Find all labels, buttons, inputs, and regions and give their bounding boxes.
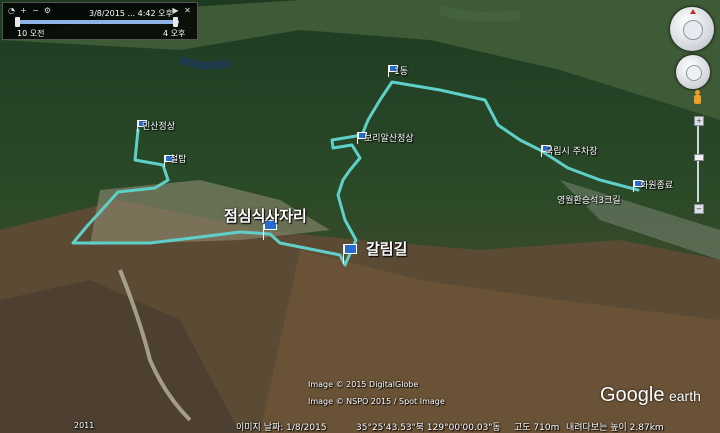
time-slider-start-label: 10 오전	[17, 29, 45, 38]
clock-icon[interactable]: ◔	[7, 6, 16, 15]
status-elevation: 고도 710m	[514, 423, 560, 433]
logo-earth-text: earth	[668, 388, 701, 404]
time-slider-end-handle[interactable]	[173, 17, 178, 27]
status-eye-altitude: 내려다보는 높이 2.87km	[566, 423, 664, 433]
status-imagery-date: 이미지 날짜: 1/8/2015	[236, 423, 327, 433]
time-slider-date: 3/8/2015 ... 4:42 오후	[89, 9, 173, 18]
satellite-terrain[interactable]	[0, 0, 720, 433]
placemark-label[interactable]: 철탑	[170, 152, 187, 165]
time-slider[interactable]: ◔ + − ⚙ 3/8/2015 ... 4:42 오후 ▶ ✕ 10 오전 4…	[2, 2, 198, 40]
placemark-label[interactable]: 인산정상	[142, 119, 175, 132]
placemark-label[interactable]: 점심식사자리	[224, 205, 307, 226]
north-indicator-icon	[690, 9, 696, 14]
zoom-handle[interactable]	[694, 154, 704, 161]
credit-nspo: Image © NSPO 2015 / Spot Image	[308, 397, 445, 406]
zoom-out-icon[interactable]: −	[694, 204, 704, 214]
status-bar: 이미지 날짜: 1/8/2015 35°25'43.53"북 129°00'00…	[0, 419, 720, 433]
hand-icon[interactable]	[686, 65, 702, 81]
logo-google-text: Google	[600, 384, 665, 406]
eye-icon[interactable]	[683, 20, 703, 40]
zoom-slider[interactable]: + −	[694, 116, 704, 214]
credit-digitalglobe: Image © 2015 DigitalGlobe	[308, 380, 419, 389]
placemark-label[interactable]: 영월환승석3크길	[557, 193, 621, 206]
time-slider-start-handle[interactable]	[15, 17, 20, 27]
zoom-in-time-icon[interactable]: +	[19, 6, 28, 15]
street-view-icon[interactable]	[692, 90, 702, 104]
google-earth-logo: Google earth	[600, 384, 701, 407]
placemark-label[interactable]: 국립시 주차장	[545, 144, 598, 157]
placemark-label[interactable]: 갈림길	[366, 238, 407, 259]
zoom-in-icon[interactable]: +	[694, 116, 704, 126]
placemark-flag[interactable]	[342, 244, 360, 264]
move-control[interactable]	[676, 55, 710, 89]
time-slider-track[interactable]	[19, 20, 179, 24]
time-slider-end-label: 4 오후	[163, 29, 186, 38]
settings-icon[interactable]: ⚙	[43, 6, 52, 15]
placemark-label[interactable]: 보리알산정상	[364, 131, 414, 144]
look-control[interactable]	[670, 7, 714, 51]
zoom-track[interactable]	[697, 126, 699, 202]
placemark-label[interactable]: 화원종료	[640, 178, 673, 191]
play-icon[interactable]: ▶	[171, 6, 180, 15]
zoom-out-time-icon[interactable]: −	[31, 6, 40, 15]
placemark-label[interactable]: 1동	[394, 64, 408, 77]
wrench-icon[interactable]: ✕	[183, 6, 192, 15]
status-coordinates: 35°25'43.53"북 129°00'00.03"동	[356, 423, 501, 433]
